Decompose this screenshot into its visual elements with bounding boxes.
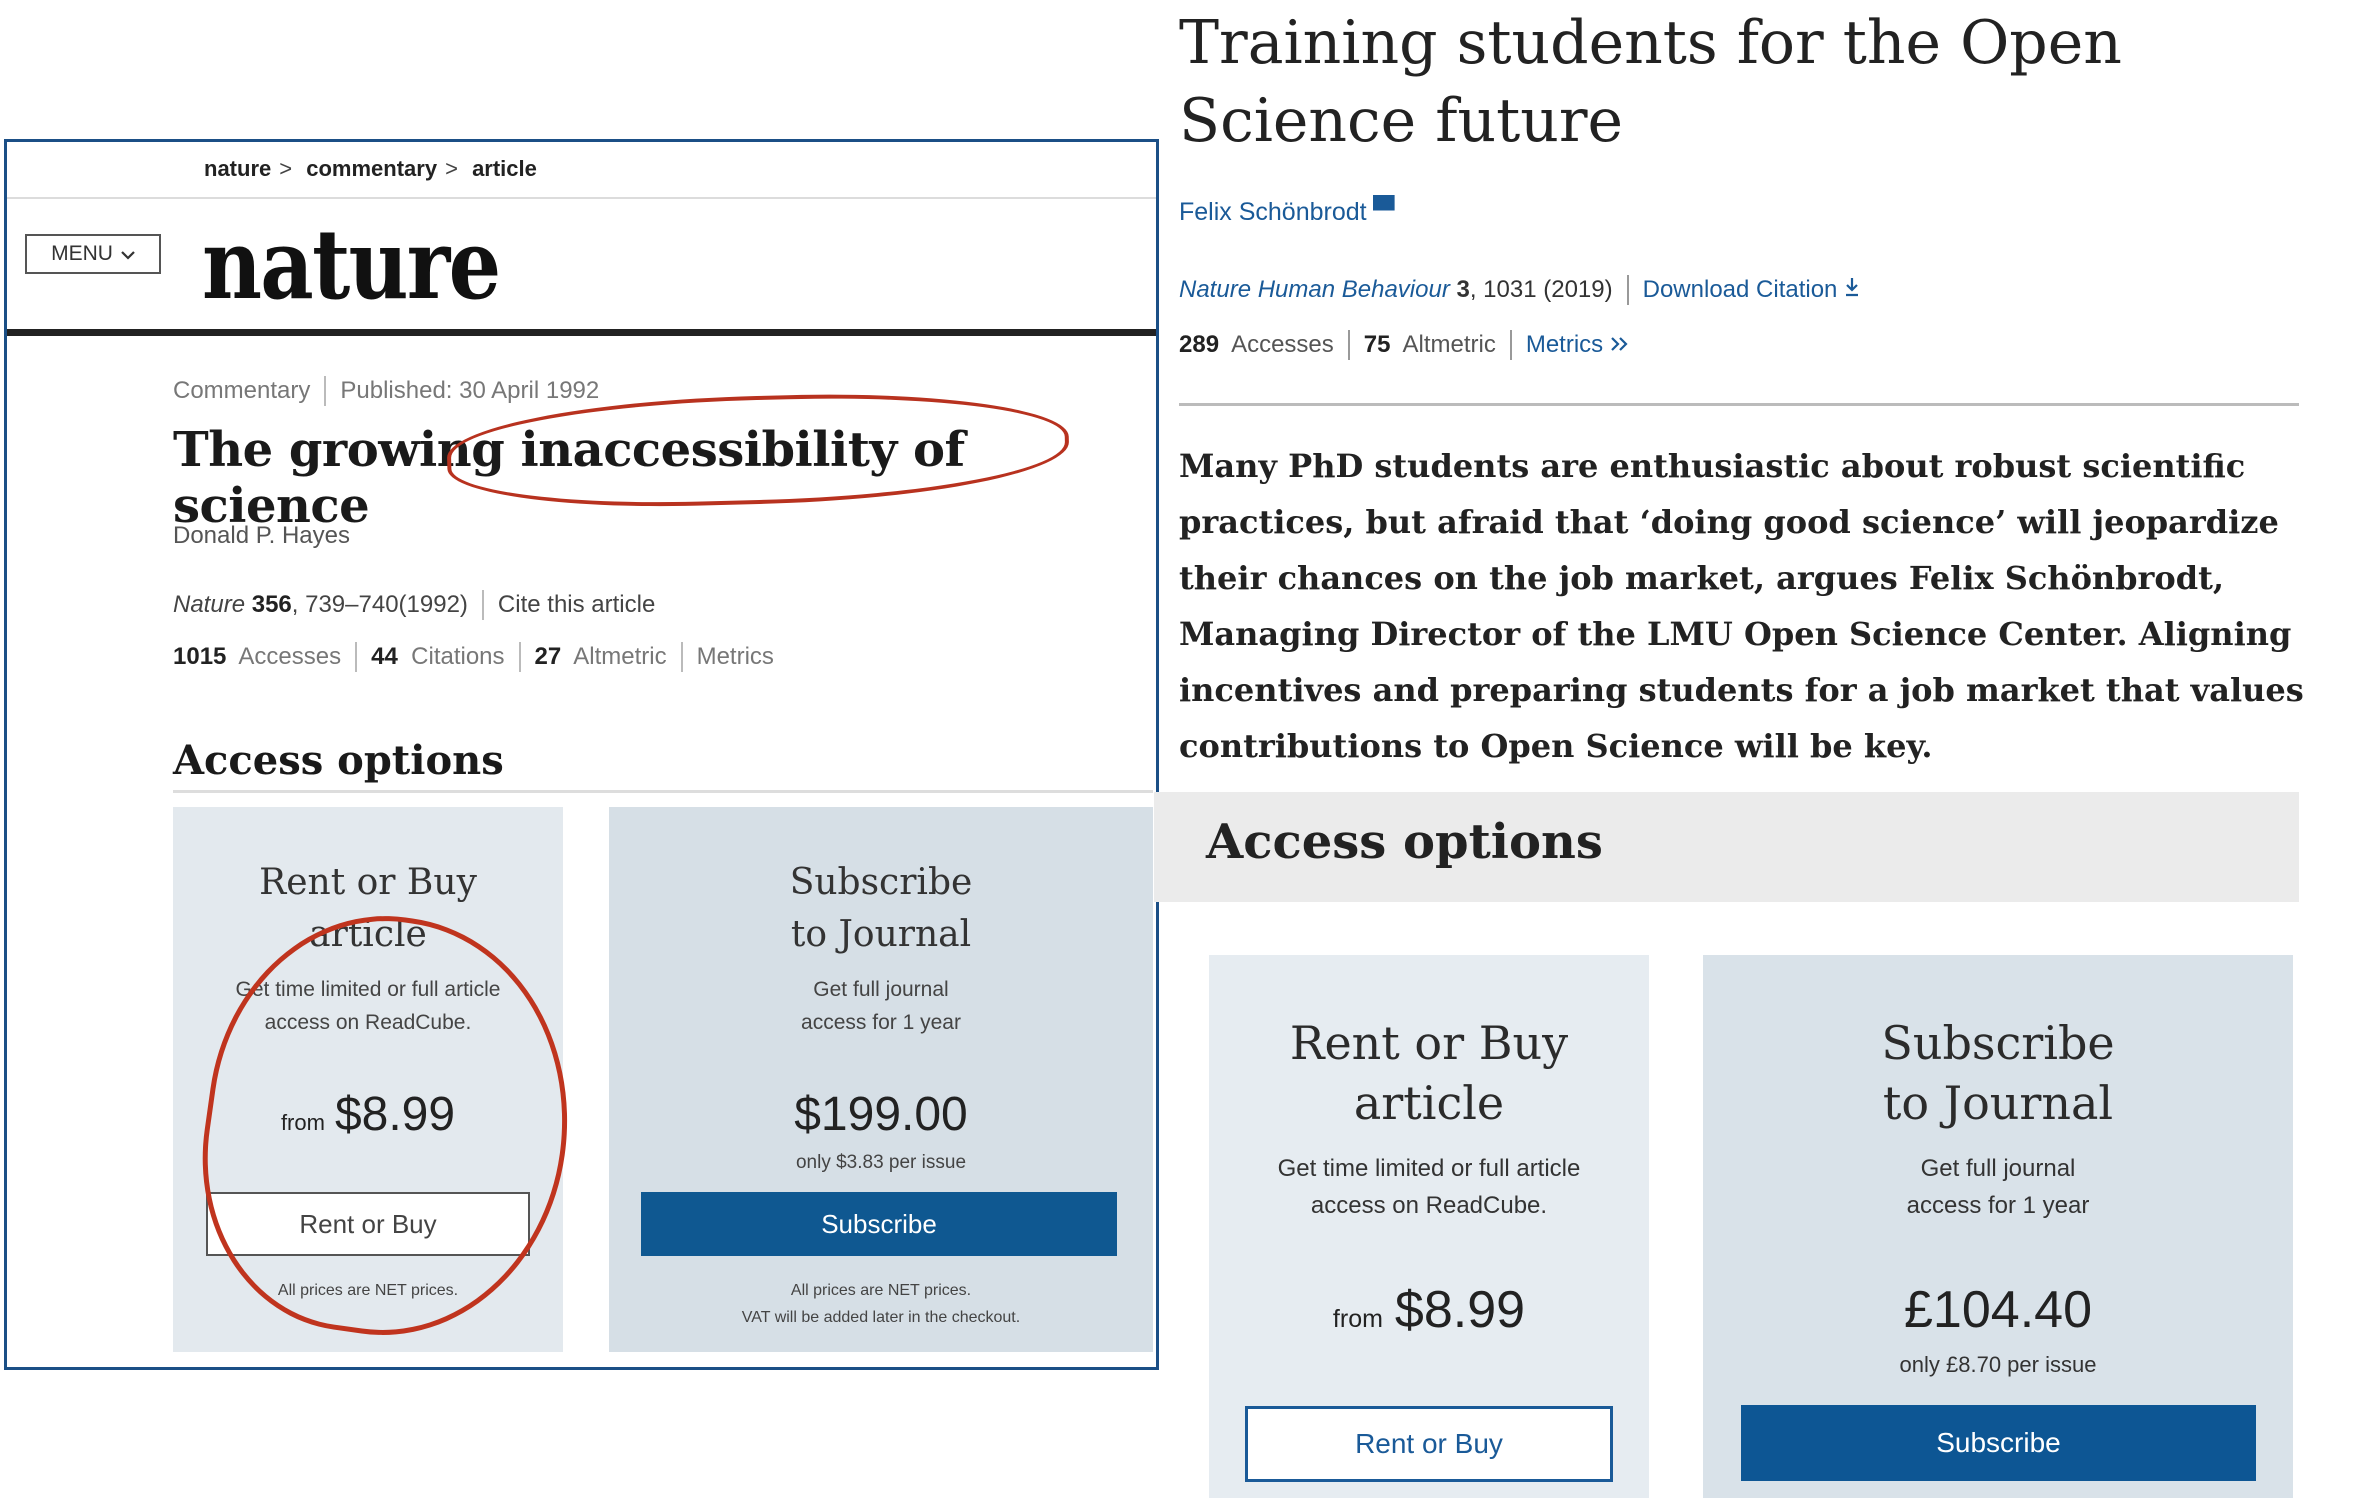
author-name: Felix Schönbrodt: [1179, 198, 1367, 226]
altmetric-count: 27: [534, 643, 562, 670]
pages: , 739–740(1992): [291, 591, 468, 618]
altmetric-label: Altmetric: [1402, 331, 1496, 358]
accesses-count: 289: [1179, 331, 1220, 358]
subscribe-card-desc-line: Get full journal: [1920, 1155, 2076, 1182]
subscribe-card-desc-line: access for 1 year: [1906, 1192, 2090, 1219]
new-article-screenshot: Training students for the Open Science f…: [1154, 0, 2355, 1498]
old-article-screenshot: nature > commentary > article MENU nature …: [4, 139, 1159, 1370]
chevron-down-icon: [121, 242, 135, 266]
subscribe-card-desc: Get full journal access for 1 year: [1703, 1150, 2293, 1224]
journal-info: Nature Human Behaviour 3, 1031 (2019) Do…: [1179, 275, 1860, 305]
journal-info: Nature 356, 739–740(1992) Cite this arti…: [173, 590, 655, 620]
divider: [1509, 330, 1512, 360]
rent-card-title: Rent or Buy article: [1209, 1013, 1649, 1133]
divider: [7, 197, 1156, 199]
divider: [355, 642, 358, 672]
menu-label: MENU: [51, 242, 113, 265]
per-issue-price: only £8.70 per issue: [1899, 1352, 2097, 1377]
access-options-heading: Access options: [1206, 814, 1603, 870]
volume: 3: [1456, 276, 1470, 303]
subscribe-card-title-line: Subscribe: [1881, 1016, 2115, 1070]
divider: [481, 590, 484, 620]
subscribe-button[interactable]: Subscribe: [1741, 1405, 2256, 1481]
citations-count: 44: [371, 643, 398, 670]
subscribe-price: $199.00: [794, 1088, 968, 1141]
breadcrumb-nature[interactable]: nature: [204, 156, 271, 181]
breadcrumb-separator: >: [445, 156, 458, 181]
download-icon: [1844, 276, 1860, 303]
divider: [1626, 275, 1629, 305]
menu-button[interactable]: MENU: [25, 234, 161, 274]
rent-or-buy-button[interactable]: Rent or Buy: [1245, 1406, 1613, 1482]
price-value: $8.99: [1394, 1281, 1526, 1339]
accesses-label: Accesses: [1231, 331, 1334, 358]
journal-name[interactable]: Nature Human Behaviour: [1179, 276, 1450, 303]
header-rule: [7, 329, 1156, 336]
price-note-line: All prices are NET prices.: [790, 1282, 972, 1299]
author-link[interactable]: Felix Schönbrodt: [1179, 194, 1395, 227]
price-from: from: [1332, 1305, 1383, 1333]
subscribe-card-desc: Get full journal access for 1 year: [801, 978, 961, 1034]
download-citation-label: Download Citation: [1642, 276, 1838, 303]
volume: 356: [251, 591, 292, 618]
pages: , 1031 (2019): [1469, 276, 1613, 303]
accesses-count: 1015: [173, 643, 227, 670]
metrics-label: Metrics: [1525, 331, 1604, 358]
subscribe-card-title: Subscribe to Journal: [1703, 1013, 2293, 1133]
subscribe-card: Subscribe to Journal Get full journal ac…: [1703, 955, 2293, 1498]
metrics-link[interactable]: Metrics: [1526, 331, 1630, 359]
divider: [1347, 330, 1350, 360]
published-date: Published: 30 April 1992: [340, 377, 600, 404]
rent-card-desc-line: Get time limited or full article: [1277, 1155, 1581, 1182]
journal-name: Nature: [173, 591, 246, 618]
subscribe-card-title-line: to Journal: [1882, 1076, 2114, 1130]
access-options-heading: Access options: [173, 737, 504, 784]
subscribe-card-title: Subscribe to Journal: [789, 862, 973, 955]
vat-note-line: VAT will be added later in the checkout.: [741, 1309, 1021, 1326]
per-issue-price: only $3.83 per issue: [795, 1152, 967, 1173]
subscribe-price: £104.40: [1904, 1281, 2092, 1339]
rent-price: from $8.99: [1209, 1280, 1649, 1340]
breadcrumb-separator: >: [279, 156, 293, 181]
rent-card-title-line: article: [1353, 1076, 1505, 1130]
metrics-link[interactable]: Metrics: [697, 643, 774, 671]
divider: [518, 642, 521, 672]
rent-card-title-line: Rent or Buy: [1289, 1016, 1569, 1070]
accesses-label: Accesses: [238, 643, 342, 670]
citations-label: Citations: [411, 643, 505, 670]
article-stats: 1015 Accesses 44 Citations 27 Altmetric …: [173, 642, 774, 672]
divider: [324, 376, 327, 406]
rent-card-desc: Get time limited or full article access …: [1209, 1150, 1649, 1224]
divider: [1179, 403, 2299, 406]
nature-logo[interactable]: nature: [202, 208, 501, 321]
double-chevron-right-icon: [1610, 331, 1630, 358]
author-link[interactable]: Donald P. Hayes: [173, 522, 350, 550]
article-title: Training students for the Open Science f…: [1179, 8, 2122, 156]
altmetric-count: 75: [1363, 331, 1391, 358]
altmetric-label: Altmetric: [573, 643, 667, 670]
access-options-banner: Access options: [1154, 792, 2299, 902]
breadcrumb-article[interactable]: article: [472, 156, 537, 181]
breadcrumb: nature > commentary > article: [204, 156, 545, 182]
article-stats: 289 Accesses 75 Altmetric Metrics: [1179, 330, 1630, 360]
article-meta: Commentary Published: 30 April 1992: [173, 376, 599, 406]
subscribe-card: Subscribe to Journal Get full journal ac…: [609, 807, 1153, 1352]
mail-icon[interactable]: [1372, 194, 1395, 211]
divider: [680, 642, 683, 672]
divider: [173, 790, 1153, 793]
rent-card-desc-line: access on ReadCube.: [1310, 1192, 1548, 1219]
cite-link[interactable]: Cite this article: [498, 591, 655, 619]
article-abstract: Many PhD students are enthusiastic about…: [1179, 447, 2304, 765]
article-type: Commentary: [173, 377, 311, 404]
price-note: All prices are NET prices. VAT will be a…: [609, 1277, 1153, 1331]
subscribe-button[interactable]: Subscribe: [641, 1192, 1117, 1256]
breadcrumb-commentary[interactable]: commentary: [306, 156, 437, 181]
download-citation-link[interactable]: Download Citation: [1643, 276, 1860, 304]
rent-card: Rent or Buy article Get time limited or …: [1209, 955, 1649, 1498]
